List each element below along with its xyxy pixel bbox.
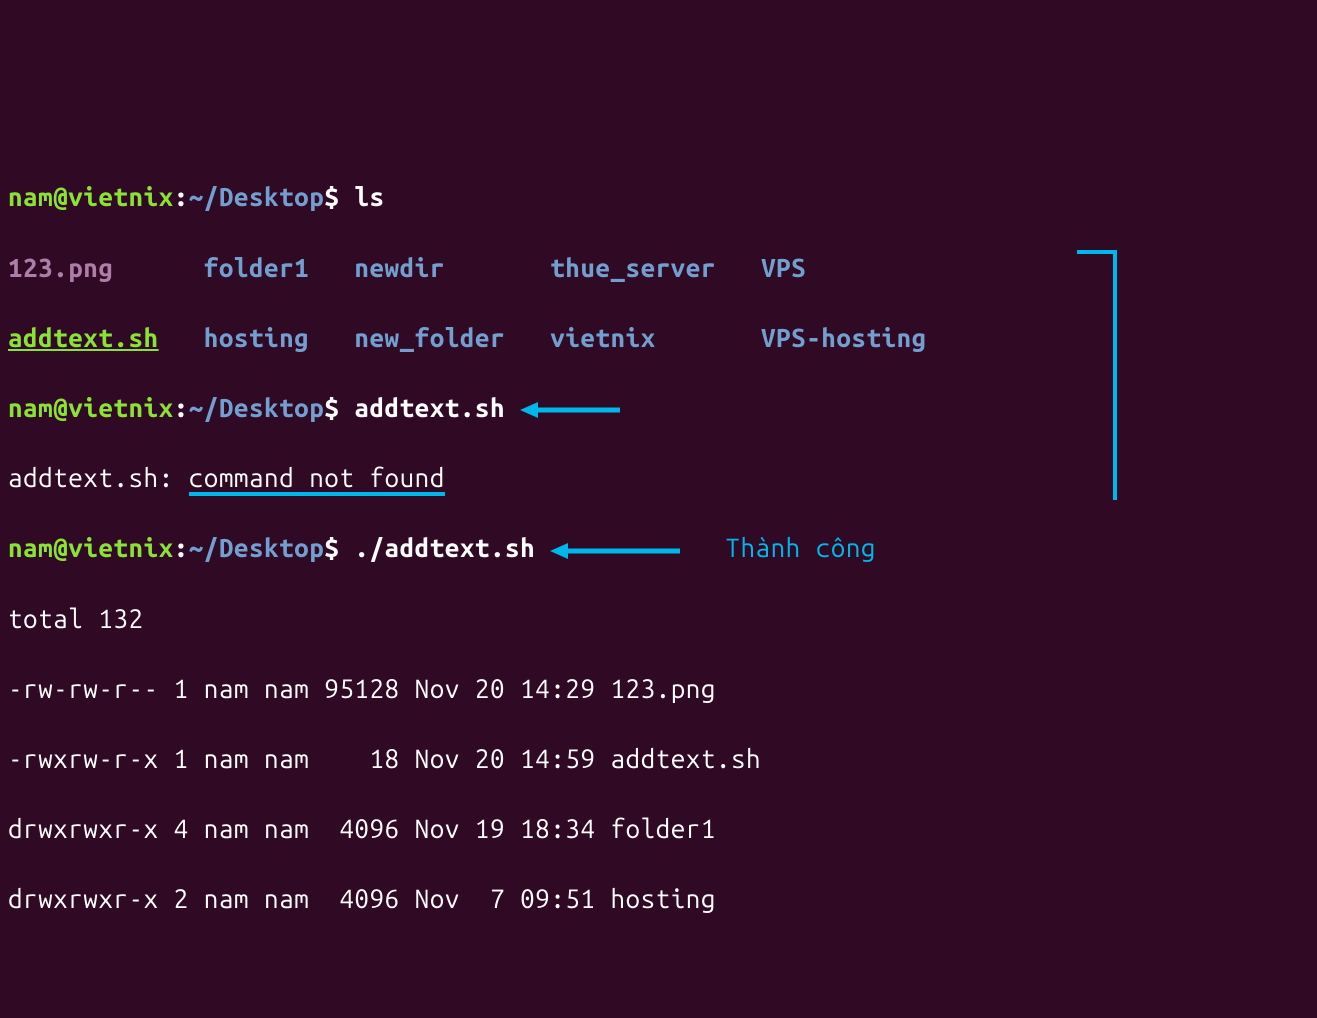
filename: folder1 — [610, 814, 715, 843]
month: Nov — [415, 674, 460, 703]
owner: nam — [204, 744, 249, 773]
perm: drwxrwxr-x — [8, 814, 159, 843]
error-prefix: addtext.sh: — [8, 463, 189, 492]
prompt-host: vietnix — [68, 182, 173, 211]
time: 14:59 — [520, 744, 595, 773]
links: 2 — [174, 884, 189, 913]
owner: nam — [204, 814, 249, 843]
ls-row: -rw-rw-r-- 1 nam nam 95128 Nov 20 14:29 … — [8, 671, 1309, 706]
prompt-colon: : — [174, 533, 189, 562]
filename: hosting — [610, 884, 715, 913]
error-message: command not found — [189, 463, 445, 496]
day: 20 — [475, 674, 505, 703]
file-dir: VPS-hosting — [761, 323, 927, 352]
perm: -rw-rw-r-- — [8, 674, 159, 703]
perm: -rwxrw-r-x — [8, 744, 159, 773]
annotation-success: Thành công — [725, 533, 876, 562]
prompt-host: vietnix — [68, 533, 173, 562]
perm: drwxrwxr-x — [8, 884, 159, 913]
filename: addtext.sh — [610, 744, 761, 773]
links: 4 — [174, 814, 189, 843]
prompt-host: vietnix — [68, 393, 173, 422]
month: Nov — [415, 814, 460, 843]
filename: 123.png — [610, 674, 715, 703]
prompt-dollar: $ — [324, 533, 339, 562]
time: 18:34 — [520, 814, 595, 843]
file-dir: new_folder — [354, 323, 505, 352]
file-png: 123.png — [8, 253, 113, 282]
owner: nam — [204, 884, 249, 913]
file-dir: thue_server — [550, 253, 716, 282]
day: 7 — [475, 884, 505, 913]
prompt-at: @ — [53, 533, 68, 562]
line-1: nam@vietnix:~/Desktop$ ls — [8, 179, 1309, 214]
size: 18 — [324, 744, 399, 773]
day: 20 — [475, 744, 505, 773]
time: 14:29 — [520, 674, 595, 703]
prompt-dollar: $ — [324, 393, 339, 422]
file-dir: newdir — [354, 253, 444, 282]
links: 1 — [174, 744, 189, 773]
month: Nov — [415, 744, 460, 773]
prompt-colon: : — [174, 182, 189, 211]
links: 1 — [174, 674, 189, 703]
prompt-path: ~/Desktop — [189, 393, 325, 422]
size: 4096 — [324, 884, 399, 913]
command-ls: ls — [354, 182, 384, 211]
command-attempt1: addtext.sh — [354, 393, 505, 422]
ls-row: -rwxrw-r-x 1 nam nam 18 Nov 20 14:59 add… — [8, 741, 1309, 776]
file-exec: addtext.sh — [8, 323, 159, 352]
arrow-icon — [550, 542, 680, 560]
prompt-dollar: $ — [324, 182, 339, 211]
line-total: total 132 — [8, 601, 1309, 636]
size: 4096 — [324, 814, 399, 843]
prompt-path: ~/Desktop — [189, 533, 325, 562]
ls-row: drwxrwxr-x 4 nam nam 4096 Nov 19 18:34 f… — [8, 811, 1309, 846]
prompt-path: ~/Desktop — [189, 182, 325, 211]
prompt-at: @ — [53, 393, 68, 422]
owner: nam — [204, 674, 249, 703]
month: Nov — [415, 884, 460, 913]
prompt-colon: : — [174, 393, 189, 422]
day: 19 — [475, 814, 505, 843]
time: 09:51 — [520, 884, 595, 913]
command-attempt2: ./addtext.sh — [354, 533, 535, 562]
group: nam — [264, 884, 309, 913]
group: nam — [264, 814, 309, 843]
group: nam — [264, 744, 309, 773]
file-dir: VPS — [761, 253, 806, 282]
arrow-icon — [520, 401, 620, 419]
prompt-user: nam — [8, 393, 53, 422]
bracket-annotation — [1077, 250, 1117, 500]
prompt-user: nam — [8, 533, 53, 562]
file-dir: hosting — [204, 323, 309, 352]
file-dir: vietnix — [550, 323, 655, 352]
group: nam — [264, 674, 309, 703]
prompt-user: nam — [8, 182, 53, 211]
size: 95128 — [324, 674, 399, 703]
file-dir: folder1 — [204, 253, 309, 282]
prompt-at: @ — [53, 182, 68, 211]
line-6: nam@vietnix:~/Desktop$ ./addtext.sh Thàn… — [8, 530, 1309, 565]
ls-row: drwxrwxr-x 2 nam nam 4096 Nov 7 09:51 ho… — [8, 881, 1309, 916]
